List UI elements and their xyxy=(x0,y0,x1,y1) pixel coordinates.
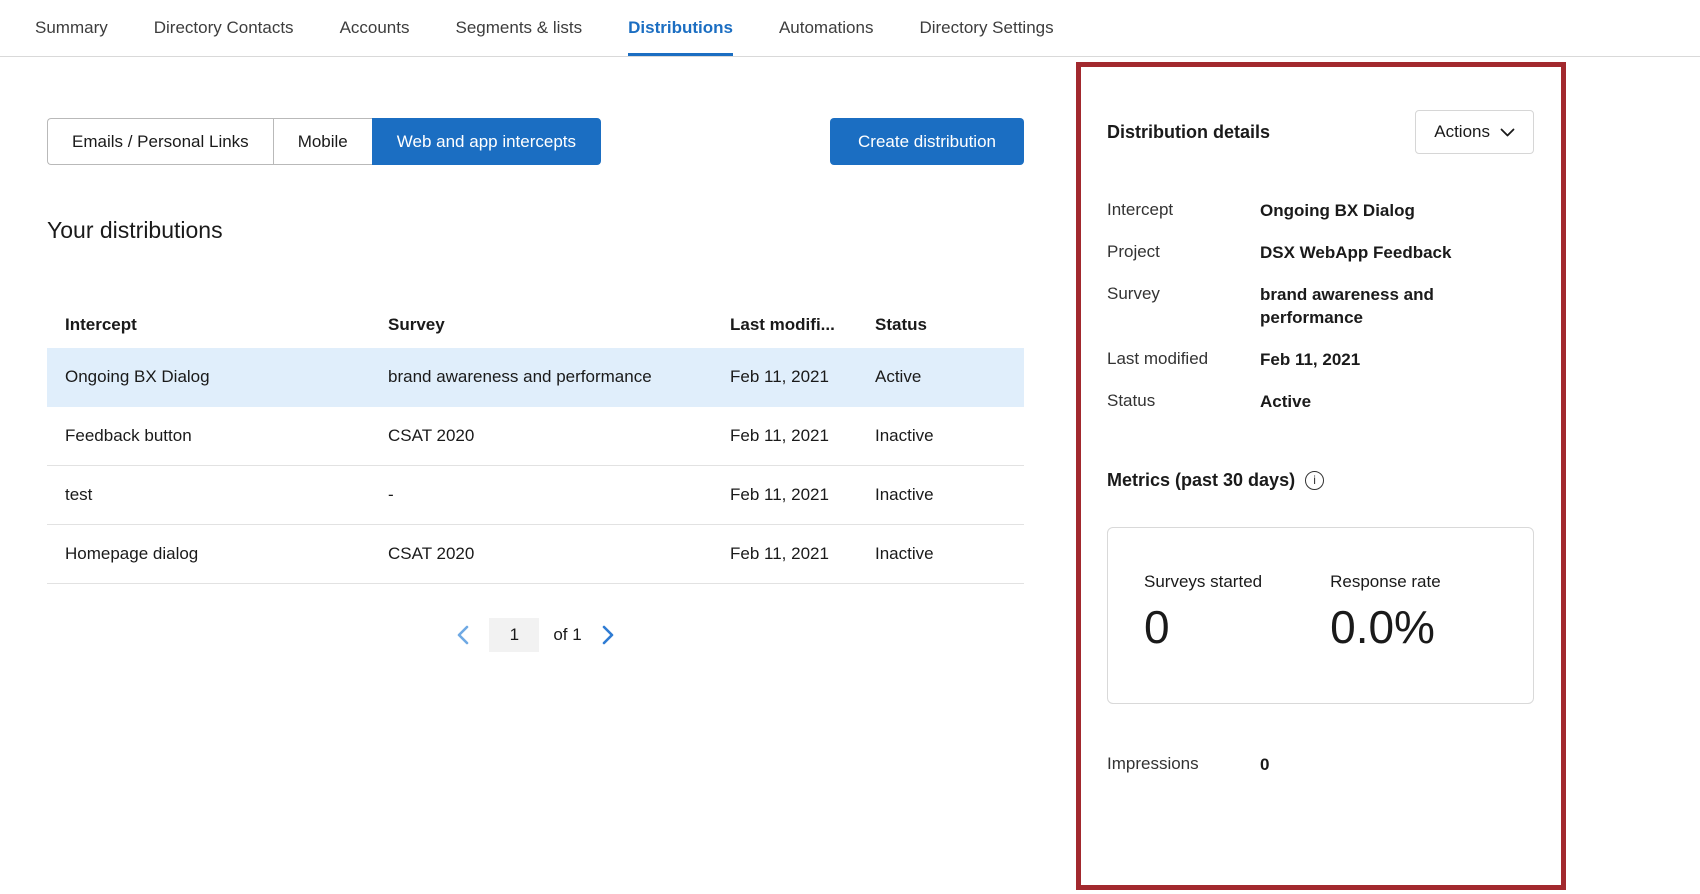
response-rate-label: Response rate xyxy=(1330,572,1441,592)
metrics-section-title: Metrics (past 30 days) xyxy=(1107,470,1295,491)
field-value-intercept: Ongoing BX Dialog xyxy=(1260,200,1480,223)
field-value-status: Active xyxy=(1260,391,1480,414)
column-header-last-modified: Last modifi... xyxy=(730,315,875,335)
table-header-row: Intercept Survey Last modifi... Status xyxy=(47,302,1024,348)
table-row[interactable]: Feedback button CSAT 2020 Feb 11, 2021 I… xyxy=(47,407,1024,466)
cell-survey: CSAT 2020 xyxy=(388,426,730,446)
surveys-started-label: Surveys started xyxy=(1144,572,1262,592)
details-fields: Intercept Ongoing BX Dialog Project DSX … xyxy=(1107,200,1534,414)
distribution-details-panel: Distribution details Actions Intercept O… xyxy=(1076,62,1566,777)
cell-status: Active xyxy=(875,367,1024,387)
cell-survey: - xyxy=(388,485,730,505)
cell-status: Inactive xyxy=(875,544,1024,564)
distributions-content: Emails / Personal Links Mobile Web and a… xyxy=(47,118,1024,652)
chevron-down-icon xyxy=(1500,128,1515,137)
impressions-value: 0 xyxy=(1260,754,1269,777)
column-header-survey: Survey xyxy=(388,315,730,335)
page: Summary Directory Contacts Accounts Segm… xyxy=(0,0,1700,894)
details-panel-title: Distribution details xyxy=(1107,122,1270,143)
impressions-label: Impressions xyxy=(1107,754,1260,777)
field-label-survey: Survey xyxy=(1107,284,1260,330)
cell-intercept: Homepage dialog xyxy=(65,544,388,564)
distributions-table: Intercept Survey Last modifi... Status O… xyxy=(47,302,1024,584)
cell-last-modified: Feb 11, 2021 xyxy=(730,367,875,387)
tab-directory-settings[interactable]: Directory Settings xyxy=(919,0,1053,56)
segment-mobile[interactable]: Mobile xyxy=(273,118,372,165)
tab-distributions[interactable]: Distributions xyxy=(628,0,733,56)
cell-last-modified: Feb 11, 2021 xyxy=(730,426,875,446)
cell-last-modified: Feb 11, 2021 xyxy=(730,544,875,564)
channel-segmented-control: Emails / Personal Links Mobile Web and a… xyxy=(47,118,601,165)
field-value-last-modified: Feb 11, 2021 xyxy=(1260,349,1480,372)
cell-survey: CSAT 2020 xyxy=(388,544,730,564)
cell-status: Inactive xyxy=(875,485,1024,505)
tab-summary[interactable]: Summary xyxy=(35,0,108,56)
surveys-started-metric: Surveys started 0 xyxy=(1144,572,1262,703)
surveys-started-value: 0 xyxy=(1144,600,1262,654)
tab-automations[interactable]: Automations xyxy=(779,0,874,56)
info-icon[interactable]: i xyxy=(1305,471,1324,490)
cell-intercept: Feedback button xyxy=(65,426,388,446)
response-rate-metric: Response rate 0.0% xyxy=(1330,572,1441,703)
chevron-left-icon xyxy=(456,625,469,645)
next-page-button[interactable] xyxy=(596,622,622,648)
response-rate-value: 0.0% xyxy=(1330,600,1441,654)
metrics-section-header: Metrics (past 30 days) i xyxy=(1107,470,1534,491)
details-header: Distribution details Actions xyxy=(1107,110,1534,154)
tab-directory-contacts[interactable]: Directory Contacts xyxy=(154,0,294,56)
cell-intercept: test xyxy=(65,485,388,505)
page-count-label: of 1 xyxy=(553,625,581,645)
metrics-card: Surveys started 0 Response rate 0.0% xyxy=(1107,527,1534,704)
actions-button-label: Actions xyxy=(1434,122,1490,142)
field-label-project: Project xyxy=(1107,242,1260,265)
create-distribution-button[interactable]: Create distribution xyxy=(830,118,1024,165)
field-label-last-modified: Last modified xyxy=(1107,349,1260,372)
field-value-project: DSX WebApp Feedback xyxy=(1260,242,1480,265)
cell-status: Inactive xyxy=(875,426,1024,446)
page-title: Your distributions xyxy=(47,217,1024,244)
impressions-row: Impressions 0 xyxy=(1107,754,1534,777)
segment-emails-personal-links[interactable]: Emails / Personal Links xyxy=(47,118,273,165)
field-value-survey: brand awareness and performance xyxy=(1260,284,1480,330)
cell-last-modified: Feb 11, 2021 xyxy=(730,485,875,505)
cell-survey: brand awareness and performance xyxy=(388,367,730,387)
distribution-toolbar: Emails / Personal Links Mobile Web and a… xyxy=(47,118,1024,165)
table-row[interactable]: Ongoing BX Dialog brand awareness and pe… xyxy=(47,348,1024,407)
previous-page-button[interactable] xyxy=(449,622,475,648)
chevron-right-icon xyxy=(602,625,615,645)
current-page-indicator[interactable]: 1 xyxy=(489,618,539,652)
field-label-status: Status xyxy=(1107,391,1260,414)
cell-intercept: Ongoing BX Dialog xyxy=(65,367,388,387)
column-header-status: Status xyxy=(875,315,1024,335)
table-row[interactable]: Homepage dialog CSAT 2020 Feb 11, 2021 I… xyxy=(47,525,1024,584)
segment-web-app-intercepts[interactable]: Web and app intercepts xyxy=(372,118,601,165)
actions-dropdown-button[interactable]: Actions xyxy=(1415,110,1534,154)
table-row[interactable]: test - Feb 11, 2021 Inactive xyxy=(47,466,1024,525)
top-navigation: Summary Directory Contacts Accounts Segm… xyxy=(0,0,1700,57)
tab-accounts[interactable]: Accounts xyxy=(340,0,410,56)
field-label-intercept: Intercept xyxy=(1107,200,1260,223)
tab-segments-lists[interactable]: Segments & lists xyxy=(456,0,583,56)
pagination: 1 of 1 xyxy=(47,618,1024,652)
column-header-intercept: Intercept xyxy=(65,315,388,335)
